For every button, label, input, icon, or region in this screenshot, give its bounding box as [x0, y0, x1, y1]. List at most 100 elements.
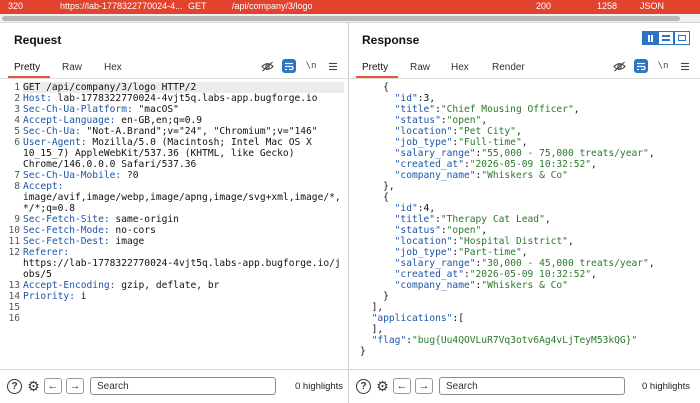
request-pane: Request Pretty Raw Hex \n 1 2 3 4 5 6 7 8 9 10 11 1… — [0, 23, 349, 403]
wrap-icon[interactable] — [282, 59, 296, 73]
json-key: "title" — [394, 214, 436, 225]
request-line: Sec-Ch-Ua-Mobile: ?0 — [23, 170, 344, 181]
layout-toggle — [642, 31, 690, 45]
json-string: "55,000 - 75,000 treats/year" — [481, 148, 649, 159]
response-line: "company_name":"Whiskers & Co" — [360, 170, 696, 181]
header-value: no-cors — [109, 225, 156, 236]
response-editor[interactable]: { "id":3, "title":"Chief Mousing Officer… — [350, 80, 700, 390]
help-icon[interactable]: ? — [7, 379, 22, 394]
menu-icon[interactable] — [678, 59, 692, 73]
request-tab-pretty[interactable]: Pretty — [14, 62, 40, 73]
line-number: 5 — [14, 126, 20, 137]
eye-off-icon[interactable] — [260, 59, 274, 73]
response-line: "location":"Hospital District", — [360, 236, 696, 247]
history-status: 200 — [536, 1, 552, 11]
json-punctuation: , — [573, 104, 580, 115]
request-line: image/avif,image/webp,image/apng,image/s… — [23, 192, 344, 203]
response-title: Response — [362, 33, 420, 47]
line-number — [0, 269, 20, 280]
header-name: Accept-Encoding: — [23, 280, 116, 291]
forward-arrow-icon[interactable]: → — [66, 378, 84, 394]
response-search-input[interactable] — [440, 378, 624, 394]
line-number: 12 — [8, 247, 20, 258]
help-icon[interactable]: ? — [356, 379, 371, 394]
json-punctuation: , — [544, 214, 551, 225]
json-key: "status" — [394, 225, 441, 236]
header-value: same-origin — [109, 214, 179, 225]
response-line: "salary_range":"30,000 - 45,000 treats/y… — [360, 258, 696, 269]
back-arrow-icon[interactable]: ← — [44, 378, 62, 394]
json-key: "company_name" — [394, 170, 476, 181]
json-string: "2026-05-09 10:32:52" — [469, 269, 592, 280]
json-key: "job_type" — [394, 247, 453, 258]
back-arrow-icon[interactable]: ← — [393, 378, 411, 394]
forward-arrow-icon[interactable]: → — [415, 378, 433, 394]
json-punctuation: , — [481, 115, 488, 126]
json-punctuation: , — [591, 159, 597, 170]
layout-stacked-icon[interactable] — [658, 31, 674, 45]
json-punctuation: :3, — [417, 93, 436, 104]
response-code[interactable]: { "id":3, "title":"Chief Mousing Officer… — [360, 82, 696, 357]
request-line — [23, 313, 344, 324]
request-code[interactable]: GET /api/company/3/logo HTTP/2 Host: lab-… — [23, 82, 344, 324]
response-tab-render[interactable]: Render — [492, 62, 525, 73]
json-string: "Full-time" — [458, 137, 522, 148]
json-key: "salary_range" — [394, 148, 476, 159]
layout-single-icon[interactable] — [674, 31, 690, 45]
header-name: Priority: — [23, 291, 75, 302]
header-value: "Not-A.Brand";v="24", "Chromium";v="146" — [80, 126, 318, 137]
header-value: Mozilla/5.0 (Macintosh; Intel Mac OS X — [86, 137, 312, 148]
layout-side-by-side-icon[interactable] — [642, 31, 658, 45]
eye-off-icon[interactable] — [612, 59, 626, 73]
response-line: "status":"open", — [360, 115, 696, 126]
response-tab-pretty[interactable]: Pretty — [362, 62, 388, 73]
gear-icon[interactable]: ⚙ — [375, 378, 390, 394]
history-id: 320 — [8, 1, 24, 11]
response-line: "status":"open", — [360, 225, 696, 236]
header-name: Sec-Ch-Ua: — [23, 126, 81, 137]
json-string: "2026-05-09 10:32:52" — [469, 159, 592, 170]
request-tab-hex[interactable]: Hex — [104, 62, 122, 73]
gear-icon[interactable]: ⚙ — [26, 378, 41, 394]
request-line: User-Agent: Mozilla/5.0 (Macintosh; Inte… — [23, 137, 344, 148]
menu-icon[interactable] — [326, 59, 340, 73]
json-string: "30,000 - 45,000 treats/year" — [481, 258, 649, 269]
response-tab-raw[interactable]: Raw — [410, 62, 430, 73]
history-scrollbar-thumb[interactable] — [2, 16, 680, 21]
request-line: Sec-Fetch-Mode: no-cors — [23, 225, 344, 236]
response-pane: Response Pretty Raw Hex Render \n { "id"… — [350, 23, 700, 403]
wrap-icon[interactable] — [634, 59, 648, 73]
request-title: Request — [14, 33, 62, 47]
json-key: "created_at" — [394, 159, 464, 170]
json-string: "bug{Uu4QOVLuR7Vq3otv6Ag4vLjTeyM53kQG}" — [412, 335, 638, 346]
response-tab-hex[interactable]: Hex — [451, 62, 469, 73]
history-scrollbar[interactable] — [0, 14, 700, 23]
request-line: obs/5 — [23, 269, 344, 280]
response-line: "company_name":"Whiskers & Co" — [360, 280, 696, 291]
request-line: GET /api/company/3/logo HTTP/2 — [23, 82, 344, 93]
response-line: "created_at":"2026-05-09 10:32:52", — [360, 269, 696, 280]
history-row-selected[interactable]: 320 https://lab-1778322770024-4... GET /… — [0, 0, 700, 14]
header-name: Sec-Ch-Ua-Mobile: — [23, 170, 122, 181]
request-tab-raw[interactable]: Raw — [62, 62, 82, 73]
line-number: 9 — [14, 214, 20, 225]
request-line: Sec-Ch-Ua-Platform: "macOS" — [23, 104, 344, 115]
newline-toggle-icon[interactable]: \n — [656, 59, 670, 73]
response-line: ], — [360, 324, 696, 335]
json-punctuation: :4, — [417, 203, 436, 214]
response-line: "title":"Therapy Cat Lead", — [360, 214, 696, 225]
newline-toggle-icon[interactable]: \n — [304, 59, 318, 73]
request-search-input[interactable] — [91, 378, 275, 394]
request-editor[interactable]: 1 2 3 4 5 6 7 8 9 10 11 12 13 14 15 16 GET /api/company… — [0, 80, 348, 390]
header-value: i — [74, 291, 87, 302]
json-punctuation: , — [591, 269, 597, 280]
request-line: Priority: i — [23, 291, 344, 302]
json-punctuation: }, — [383, 181, 395, 192]
history-host: https://lab-1778322770024-4... — [60, 1, 183, 11]
header-value: image/avif,image/webp,image/apng,image/s… — [23, 192, 341, 203]
header-name: Accept: — [23, 181, 64, 192]
request-line: Accept-Language: en-GB,en;q=0.9 — [23, 115, 344, 126]
json-string: "Whiskers & Co" — [481, 170, 568, 181]
line-number: 4 — [14, 115, 20, 126]
json-string: "open" — [446, 225, 482, 236]
